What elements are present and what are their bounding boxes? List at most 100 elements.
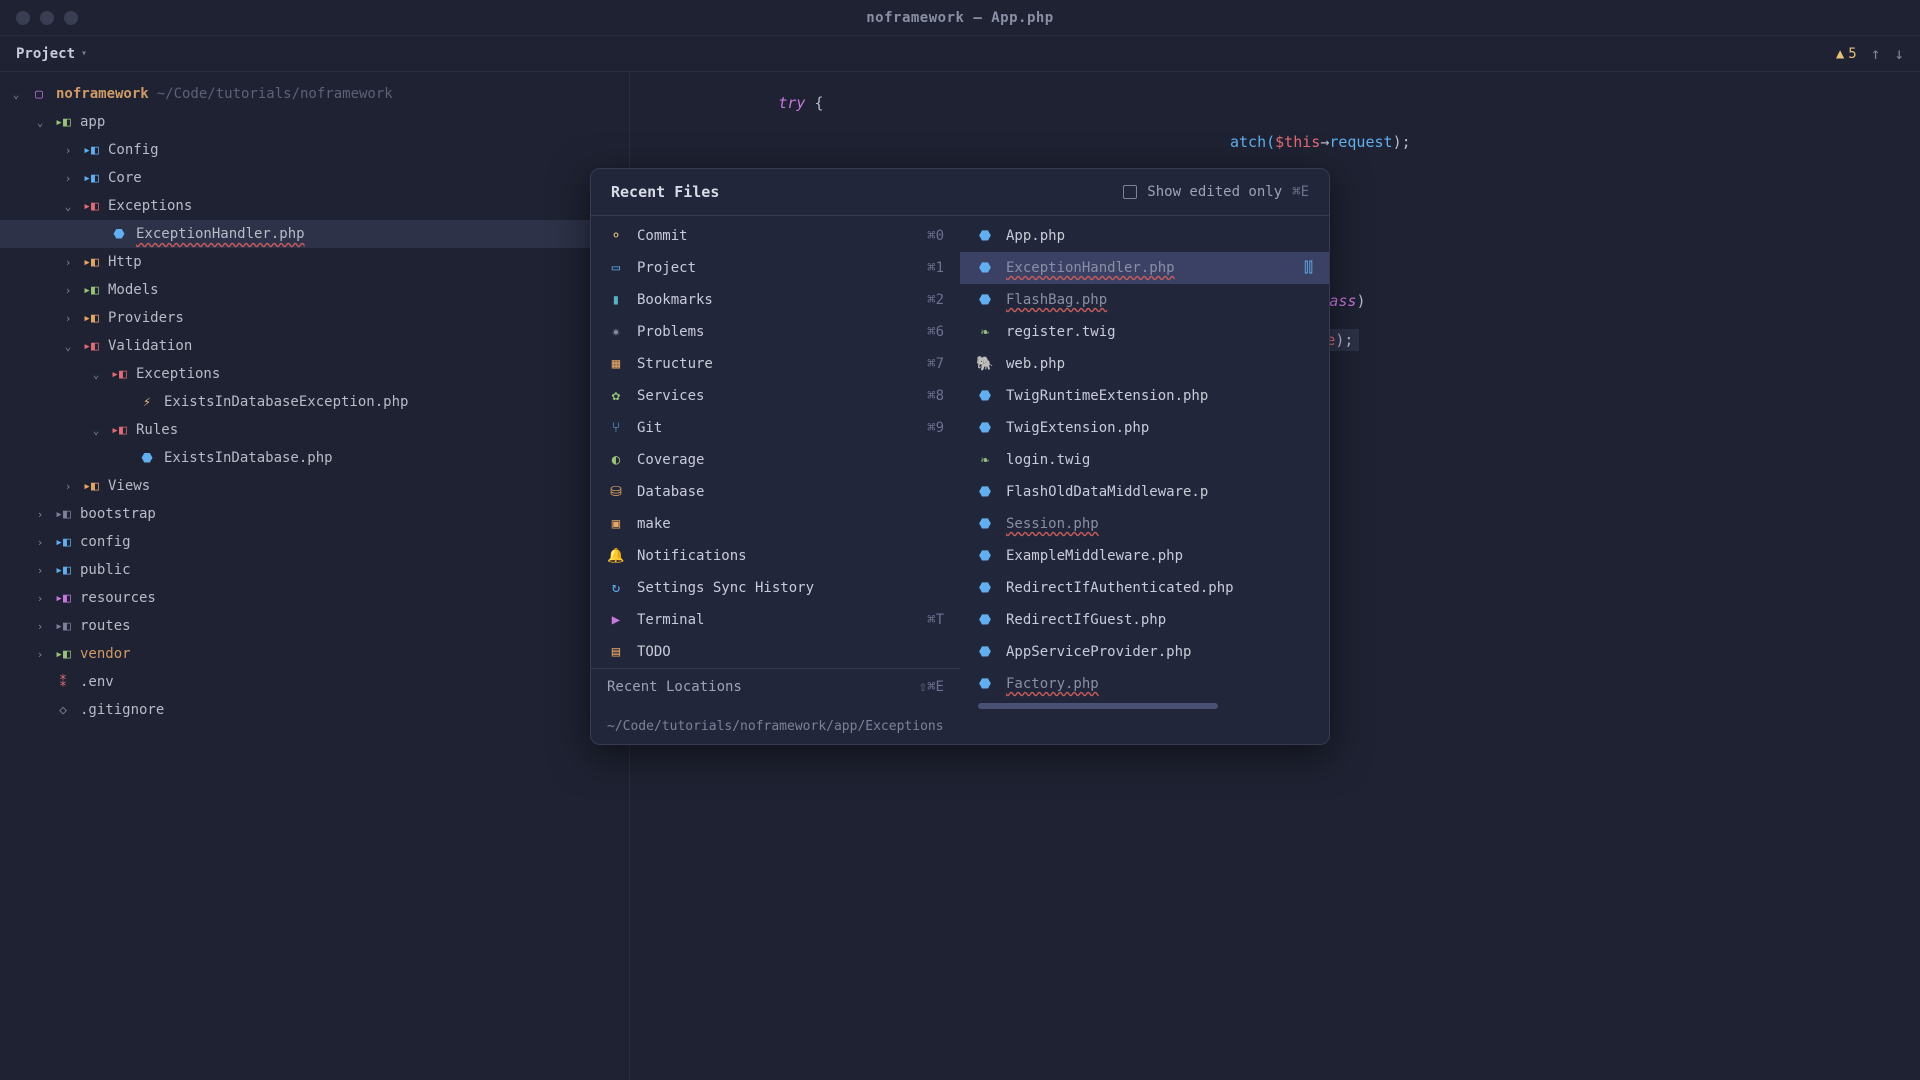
tree-folder[interactable]: ›▸◧public [0,556,629,584]
prev-highlight-icon[interactable]: ↑ [1871,44,1881,63]
folder-icon: ▸◧ [82,479,100,494]
recent-file-item[interactable]: ⬣Factory.php [960,668,1329,700]
tool-window-item[interactable]: ▶Terminal⌘T [591,604,960,636]
tool-window-item[interactable]: ✿Services⌘8 [591,380,960,412]
file-type-icon: ⬣ [976,484,994,500]
chevron-right-icon: › [62,144,74,157]
tool-window-item[interactable]: ⚬Commit⌘0 [591,220,960,252]
tool-window-label: make [637,516,671,532]
tree-folder[interactable]: ›▸◧config [0,528,629,556]
project-icon: ▭ [607,260,625,276]
chevron-right-icon: › [62,480,74,493]
inspections-badge[interactable]: ▲ 5 [1836,46,1857,62]
recent-file-item[interactable]: ⬣RedirectIfAuthenticated.php [960,572,1329,604]
titlebar: noframework — App.php [0,0,1920,36]
tree-item-label: bootstrap [80,506,156,522]
tree-folder[interactable]: ›▸◧resources [0,584,629,612]
tree-file[interactable]: ◇.gitignore [0,696,629,724]
tree-item-label: vendor [80,646,131,662]
tool-window-item[interactable]: ▮Bookmarks⌘2 [591,284,960,316]
tool-window-item[interactable]: ⑂Git⌘9 [591,412,960,444]
horizontal-scrollbar[interactable] [978,703,1218,709]
recent-file-item[interactable]: ⬣FlashOldDataMiddleware.p [960,476,1329,508]
tree-file[interactable]: ⬣ExistsInDatabase.php [0,444,629,472]
tree-folder[interactable]: ›▸◧vendor [0,640,629,668]
tree-folder[interactable]: ›▸◧Views [0,472,629,500]
tool-window-item[interactable]: ◐ Coverage [591,444,960,476]
tree-folder[interactable]: ⌄▸◧Exceptions [0,192,629,220]
recent-file-item[interactable]: ⬣TwigExtension.php [960,412,1329,444]
shortcut-label: ⌘2 [927,292,944,308]
tool-window-item[interactable]: ▭Project⌘1 [591,252,960,284]
tree-folder[interactable]: ›▸◧Http [0,248,629,276]
project-tree: ⌄ ▢ noframework ~/Code/tutorials/noframe… [0,72,630,1080]
tool-window-item[interactable]: ↻Settings Sync History [591,572,960,604]
recent-file-item[interactable]: ⬣AppServiceProvider.php [960,636,1329,668]
popup-title: Recent Files [611,183,719,201]
recent-file-item[interactable]: 🐘web.php [960,348,1329,380]
tool-window-label: Database [637,484,704,500]
next-highlight-icon[interactable]: ↓ [1894,44,1904,63]
tool-window-label: Coverage [637,452,704,468]
tree-file[interactable]: ⁑.env [0,668,629,696]
recent-files-popup: Recent Files Show edited only ⌘E ⚬Commit… [590,168,1330,745]
make-icon: ▣ [607,516,625,532]
window-controls [16,11,78,25]
recent-file-item[interactable]: ❧login.twig [960,444,1329,476]
file-type-icon: ⬣ [976,260,994,276]
tool-window-item[interactable]: ▤TODO [591,636,960,668]
tree-file[interactable]: ⬣ExceptionHandler.php [0,220,629,248]
recent-locations-label: Recent Locations [607,679,742,695]
tree-folder[interactable]: ›▸◧routes [0,612,629,640]
recent-file-item[interactable]: ⬣ExceptionHandler.php⫿⫿ [960,252,1329,284]
recent-file-label: TwigRuntimeExtension.php [1006,388,1208,404]
popup-header: Recent Files Show edited only ⌘E [591,169,1329,216]
tree-root[interactable]: ⌄ ▢ noframework ~/Code/tutorials/noframe… [0,80,629,108]
file-type-icon: 🐘 [976,356,994,372]
recent-file-item[interactable]: ⬣Session.php [960,508,1329,540]
coverage-icon: ◐ [607,452,625,468]
tree-folder[interactable]: ›▸◧bootstrap [0,500,629,528]
tree-folder[interactable]: ⌄▸◧Exceptions [0,360,629,388]
tree-file[interactable]: ⚡ExistsInDatabaseException.php [0,388,629,416]
tree-folder[interactable]: ⌄▸◧Validation [0,332,629,360]
tree-folder[interactable]: ⌄▸◧Rules [0,416,629,444]
recent-file-item[interactable]: ⬣TwigRuntimeExtension.php [960,380,1329,412]
recent-file-label: FlashBag.php [1006,292,1107,308]
chevron-down-icon: ⌄ [62,200,74,213]
zoom-window-icon[interactable] [64,11,78,25]
tree-item-label: .gitignore [80,702,164,718]
recent-file-item[interactable]: ❧register.twig [960,316,1329,348]
php-file-icon: ⬣ [110,227,128,242]
project-dropdown[interactable]: Project ▾ [16,46,87,62]
tool-window-item[interactable]: ▦Structure⌘7 [591,348,960,380]
show-edited-only-checkbox[interactable]: Show edited only ⌘E [1123,184,1309,200]
tool-window-item[interactable]: ⛁Database [591,476,960,508]
chevron-down-icon: ⌄ [10,88,22,101]
close-window-icon[interactable] [16,11,30,25]
todo-icon: ▤ [607,644,625,660]
chevron-right-icon: › [34,536,46,549]
tree-folder[interactable]: ›▸◧Core [0,164,629,192]
recent-file-item[interactable]: ⬣FlashBag.php [960,284,1329,316]
php-file-icon: ⬣ [138,451,156,466]
tool-window-item[interactable]: ✷Problems⌘6 [591,316,960,348]
minimize-window-icon[interactable] [40,11,54,25]
tree-folder[interactable]: ›▸◧Providers [0,304,629,332]
tree-folder[interactable]: ›▸◧Config [0,136,629,164]
tree-folder[interactable]: ⌄▸◧app [0,108,629,136]
tool-window-item[interactable]: 🔔Notifications [591,540,960,572]
recent-file-item[interactable]: ⬣App.php [960,220,1329,252]
recent-locations-item[interactable]: Recent Locations ⇧⌘E [591,668,960,705]
tree-folder[interactable]: ›▸◧Models [0,276,629,304]
open-split-icon[interactable]: ⫿⫿ [1304,260,1313,276]
settings-sync-history-icon: ↻ [607,580,625,596]
tree-item-label: app [80,114,105,130]
recent-file-item[interactable]: ⬣ExampleMiddleware.php [960,540,1329,572]
tree-item-label: Exceptions [136,366,220,382]
folder-icon: ▸◧ [54,591,72,606]
tool-window-label: Project [637,260,696,276]
recent-file-item[interactable]: ⬣RedirectIfGuest.php [960,604,1329,636]
tool-window-item[interactable]: ▣ make [591,508,960,540]
folder-icon: ▸◧ [54,115,72,130]
